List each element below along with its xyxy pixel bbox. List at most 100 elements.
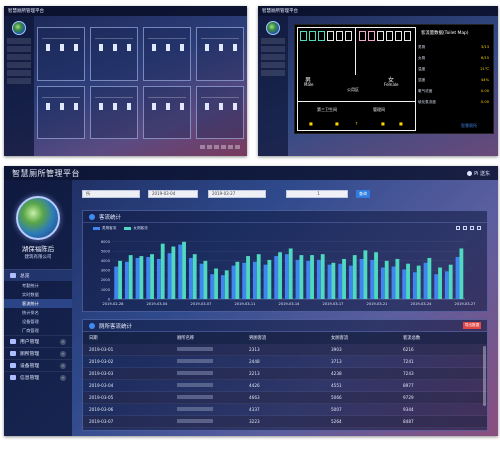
- bar-female[interactable]: [256, 254, 261, 299]
- bar-female[interactable]: [171, 246, 176, 299]
- toilet-card[interactable]: [37, 27, 85, 81]
- sidebar-item-toilets[interactable]: 厕所管理 ›: [4, 347, 72, 359]
- bar-male[interactable]: [188, 257, 193, 299]
- bar-female[interactable]: [448, 264, 453, 299]
- bar-male[interactable]: [316, 259, 321, 299]
- start-date-input[interactable]: 2019-03-04: [148, 190, 198, 198]
- table-row[interactable]: 2019-03-05 4663 5066 9729: [83, 392, 487, 404]
- sidebar-menu[interactable]: [4, 38, 34, 84]
- page-button[interactable]: [200, 145, 205, 149]
- bar-female[interactable]: [224, 270, 229, 299]
- bar-male[interactable]: [146, 257, 151, 299]
- table-row[interactable]: 2019-03-06 4337 5007 9344: [83, 404, 487, 416]
- bar-female[interactable]: [192, 254, 197, 299]
- bar-female[interactable]: [459, 248, 464, 299]
- bar-female[interactable]: [299, 255, 304, 299]
- bar-male[interactable]: [220, 275, 225, 299]
- bar-male[interactable]: [306, 260, 311, 299]
- toilet-card[interactable]: [37, 85, 85, 139]
- sidebar-item[interactable]: [261, 62, 285, 68]
- toilet-card[interactable]: [196, 85, 244, 139]
- bar-male[interactable]: [284, 254, 289, 299]
- sidebar-item[interactable]: [7, 70, 31, 76]
- column-header[interactable]: 客流总数: [403, 335, 463, 341]
- bar-female[interactable]: [416, 265, 421, 299]
- sidebar-subitem[interactable]: 考勤统计: [4, 281, 72, 290]
- sidebar-item[interactable]: [261, 70, 285, 76]
- bar-female[interactable]: [246, 256, 250, 299]
- export-button[interactable]: 导出数据: [463, 322, 481, 329]
- bar-male[interactable]: [444, 271, 449, 299]
- bar-female[interactable]: [395, 258, 400, 299]
- bar-male[interactable]: [402, 269, 407, 299]
- sidebar-item-devices[interactable]: 设备管理 ›: [4, 359, 72, 371]
- toilet-card[interactable]: [143, 27, 191, 81]
- sidebar-subitem[interactable]: 设备管理: [4, 317, 72, 326]
- bar-male[interactable]: [295, 259, 300, 299]
- sidebar-item[interactable]: [261, 46, 285, 52]
- column-header[interactable]: 日期: [89, 335, 177, 341]
- toilet-card[interactable]: [196, 27, 244, 81]
- toilet-card[interactable]: [90, 27, 138, 81]
- bar-female[interactable]: [363, 250, 368, 299]
- bar-female[interactable]: [288, 248, 293, 299]
- table-scrollbar[interactable]: [483, 346, 486, 406]
- toilet-card[interactable]: [90, 85, 138, 139]
- bar-male[interactable]: [380, 267, 385, 299]
- page-button[interactable]: [207, 145, 212, 149]
- table-row[interactable]: 2019-03-02 2448 3713 7241: [83, 356, 487, 368]
- column-header[interactable]: 女厕客流: [331, 335, 403, 341]
- bar-male[interactable]: [114, 266, 119, 299]
- bar-female[interactable]: [160, 243, 165, 299]
- bar-male[interactable]: [391, 266, 396, 299]
- sidebar-item[interactable]: [7, 62, 31, 68]
- bar-female[interactable]: [267, 259, 272, 299]
- bar-male[interactable]: [156, 258, 161, 299]
- page-button[interactable]: [214, 145, 219, 149]
- bar-female[interactable]: [331, 262, 336, 299]
- column-header[interactable]: 厕所名称: [177, 335, 249, 341]
- sidebar-item[interactable]: [7, 78, 31, 84]
- bar-male[interactable]: [327, 264, 332, 299]
- bar-male[interactable]: [434, 274, 439, 299]
- bar-male[interactable]: [167, 253, 172, 299]
- sidebar-item[interactable]: [7, 38, 31, 44]
- bar-female[interactable]: [278, 252, 282, 299]
- bar-male[interactable]: [455, 257, 460, 299]
- bar-female[interactable]: [384, 260, 389, 299]
- column-header[interactable]: 男厕客流: [249, 335, 331, 341]
- table-row[interactable]: 2019-03-01 2313 3903 6216: [83, 344, 487, 356]
- bar-male[interactable]: [231, 265, 236, 299]
- page-button[interactable]: [221, 145, 226, 149]
- bar-male[interactable]: [178, 244, 183, 299]
- bar-male[interactable]: [348, 265, 353, 299]
- sidebar-item[interactable]: [261, 54, 285, 60]
- bar-female[interactable]: [374, 252, 378, 299]
- bar-male[interactable]: [210, 274, 215, 299]
- bar-female[interactable]: [310, 255, 314, 299]
- type-select[interactable]: 1: [286, 190, 348, 198]
- bar-female[interactable]: [352, 255, 357, 299]
- bar-female[interactable]: [139, 256, 144, 299]
- table-row[interactable]: 2019-03-07 3223 5264 8487: [83, 416, 487, 428]
- bar-male[interactable]: [135, 257, 140, 299]
- bar-male[interactable]: [124, 261, 129, 299]
- bar-female[interactable]: [406, 263, 410, 299]
- bar-male[interactable]: [263, 264, 268, 299]
- bar-female[interactable]: [320, 254, 325, 299]
- bar-female[interactable]: [438, 267, 442, 299]
- bar-female[interactable]: [203, 260, 208, 299]
- sidebar-item[interactable]: [7, 46, 31, 52]
- bar-male[interactable]: [274, 256, 279, 299]
- bar-male[interactable]: [370, 259, 375, 299]
- sidebar-item-info[interactable]: 信息管理 ›: [4, 371, 72, 383]
- bar-male[interactable]: [242, 262, 247, 299]
- sidebar-subitem[interactable]: 实时数据: [4, 290, 72, 299]
- bar-female[interactable]: [128, 255, 133, 299]
- sidebar-item[interactable]: [261, 38, 285, 44]
- sidebar-menu[interactable]: [258, 38, 288, 76]
- end-date-input[interactable]: 2019-03-27: [208, 190, 266, 198]
- bar-female[interactable]: [150, 254, 154, 299]
- pagination[interactable]: [200, 145, 240, 149]
- sidebar-item-overview[interactable]: 总览: [4, 269, 72, 281]
